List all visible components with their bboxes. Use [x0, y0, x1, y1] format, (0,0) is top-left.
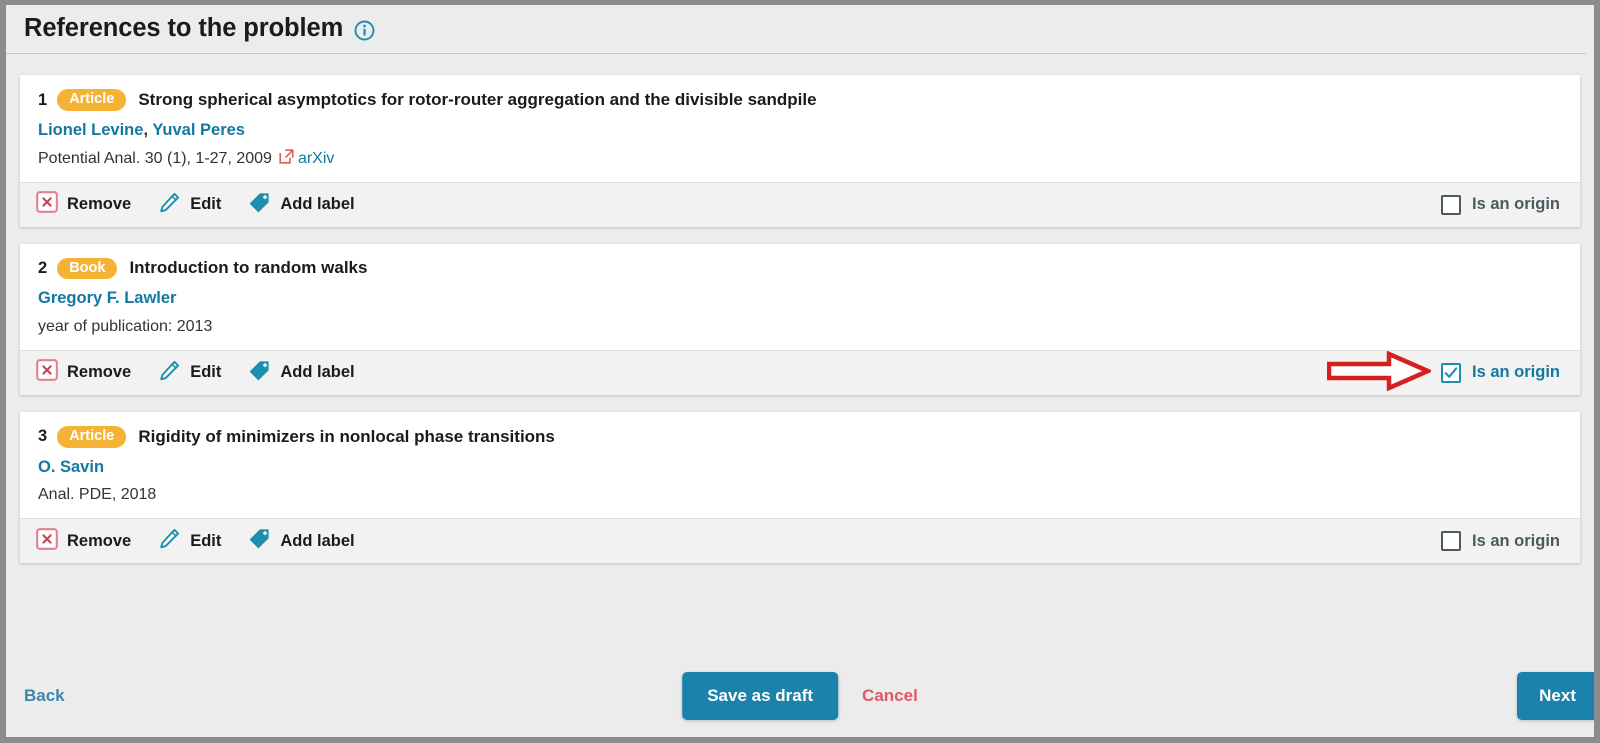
- reference-action-group: Remove Edit Add label: [36, 527, 355, 555]
- reference-title-line: 3 Article Rigidity of minimizers in nonloc…: [38, 425, 1562, 448]
- reference-title-line: 1 Article Strong spherical asymptotics for…: [38, 89, 1562, 111]
- remove-button[interactable]: Remove: [36, 191, 131, 218]
- remove-x-box-icon: [36, 527, 58, 555]
- reference-meta: year of publication: 2013: [38, 317, 1562, 337]
- references-list: 1 Article Strong spherical asymptotics for…: [20, 54, 1580, 564]
- reference-action-group: Remove Edit Add label: [36, 359, 355, 387]
- reference-action-group: Remove Edit Add label: [36, 191, 355, 219]
- author-link[interactable]: Yuval Peres: [152, 121, 245, 139]
- reference-card: 2 Book Introduction to random walks Gregory…: [20, 243, 1580, 395]
- add-label-button-label: Add label: [280, 195, 355, 214]
- info-circle-icon[interactable]: [354, 20, 375, 41]
- edit-button[interactable]: Edit: [158, 527, 221, 555]
- reference-type-badge: Book: [57, 257, 118, 280]
- reference-publication-info: year of publication: 2013: [38, 317, 213, 335]
- edit-button-label: Edit: [190, 363, 222, 382]
- reference-action-bar: Remove Edit Add label Is an origin: [20, 181, 1580, 227]
- footer-center-actions: Save as draft Cancel: [682, 672, 918, 720]
- checkbox-icon[interactable]: [1440, 194, 1461, 215]
- reference-index: 1: [38, 90, 48, 109]
- browser-viewport: References to the problem 1 Article Strong…: [0, 0, 1600, 743]
- is-an-origin-toggle[interactable]: Is an origin: [1440, 362, 1564, 383]
- reference-card: 3 Article Rigidity of minimizers in nonloc…: [20, 411, 1580, 564]
- is-an-origin-toggle[interactable]: Is an origin: [1440, 531, 1564, 552]
- remove-button[interactable]: Remove: [36, 527, 132, 555]
- remove-button[interactable]: Remove: [36, 359, 131, 386]
- remove-button-label: Remove: [67, 531, 132, 550]
- edit-pencil-icon: [158, 527, 181, 555]
- author-separator: ,: [143, 120, 153, 139]
- add-label-button-label: Add label: [280, 531, 355, 550]
- add-label-button-label: Add label: [280, 363, 355, 382]
- edit-button[interactable]: Edit: [158, 191, 221, 219]
- reference-index: 3: [38, 427, 48, 446]
- reference-type-badge: Article: [57, 89, 127, 111]
- reference-publication-info: Anal. PDE, 2018: [38, 486, 157, 504]
- add-label-button[interactable]: Add label: [248, 359, 355, 387]
- reference-body: 2 Book Introduction to random walks Gregory…: [20, 244, 1580, 350]
- reference-action-bar: Remove Edit Add label Is an origin: [20, 349, 1580, 395]
- next-button[interactable]: Next: [1517, 672, 1594, 720]
- remove-x-box-icon: [36, 191, 58, 218]
- external-link-label: arXiv: [297, 149, 335, 167]
- remove-button-label: Remove: [67, 195, 132, 214]
- edit-button[interactable]: Edit: [158, 359, 221, 387]
- reference-title[interactable]: Strong spherical asymptotics for rotor-r…: [138, 90, 816, 110]
- is-an-origin-label: Is an origin: [1471, 531, 1560, 550]
- save-as-draft-button[interactable]: Save as draft: [682, 672, 839, 720]
- reference-authors: O. Savin: [38, 457, 1562, 478]
- reference-authors: Lionel Levine, Yuval Peres: [38, 120, 1562, 141]
- checkbox-icon[interactable]: [1440, 531, 1461, 552]
- reference-body: 1 Article Strong spherical asymptotics for…: [20, 75, 1580, 181]
- reference-title-line: 2 Book Introduction to random walks: [38, 257, 1562, 280]
- cancel-link[interactable]: Cancel: [862, 686, 918, 706]
- edit-button-label: Edit: [190, 195, 222, 214]
- reference-action-bar: Remove Edit Add label Is an origin: [20, 518, 1580, 564]
- reference-card: 1 Article Strong spherical asymptotics for…: [20, 75, 1580, 227]
- tag-icon: [248, 191, 271, 219]
- add-label-button[interactable]: Add label: [248, 527, 355, 555]
- reference-body: 3 Article Rigidity of minimizers in nonloc…: [20, 412, 1580, 518]
- checkbox-checked-icon[interactable]: [1440, 362, 1461, 383]
- reference-meta: Potential Anal. 30 (1), 1-27, 2009 arXiv: [38, 149, 1562, 169]
- add-label-button[interactable]: Add label: [248, 191, 355, 219]
- author-link[interactable]: Gregory F. Lawler: [38, 289, 176, 307]
- reference-type-badge: Article: [57, 425, 127, 448]
- is-an-origin-label: Is an origin: [1471, 363, 1560, 382]
- is-an-origin-toggle[interactable]: Is an origin: [1440, 194, 1564, 215]
- back-link[interactable]: Back: [24, 686, 65, 706]
- footer-bar: Back Save as draft Cancel Next: [6, 655, 1594, 737]
- reference-title[interactable]: Rigidity of minimizers in nonlocal phase…: [138, 427, 555, 447]
- edit-pencil-icon: [158, 191, 181, 219]
- page-header: References to the problem: [20, 5, 1580, 53]
- reference-publication-info: Potential Anal. 30 (1), 1-27, 2009: [38, 149, 272, 167]
- author-link[interactable]: O. Savin: [38, 458, 104, 476]
- is-an-origin-label: Is an origin: [1471, 195, 1560, 214]
- page-root: References to the problem 1 Article Strong…: [6, 5, 1594, 737]
- remove-button-label: Remove: [67, 363, 132, 382]
- tag-icon: [248, 359, 271, 387]
- reference-title[interactable]: Introduction to random walks: [129, 258, 367, 278]
- tag-icon: [248, 527, 271, 555]
- external-link[interactable]: arXiv: [279, 149, 334, 169]
- red-arrow-annotation: [1326, 350, 1434, 392]
- external-link-icon: [279, 149, 294, 169]
- reference-index: 2: [38, 258, 48, 277]
- reference-authors: Gregory F. Lawler: [38, 288, 1562, 309]
- edit-button-label: Edit: [190, 531, 222, 550]
- author-link[interactable]: Lionel Levine: [38, 121, 143, 139]
- page-title: References to the problem: [24, 14, 344, 42]
- remove-x-box-icon: [36, 359, 58, 386]
- reference-meta: Anal. PDE, 2018: [38, 485, 1562, 505]
- edit-pencil-icon: [158, 359, 181, 387]
